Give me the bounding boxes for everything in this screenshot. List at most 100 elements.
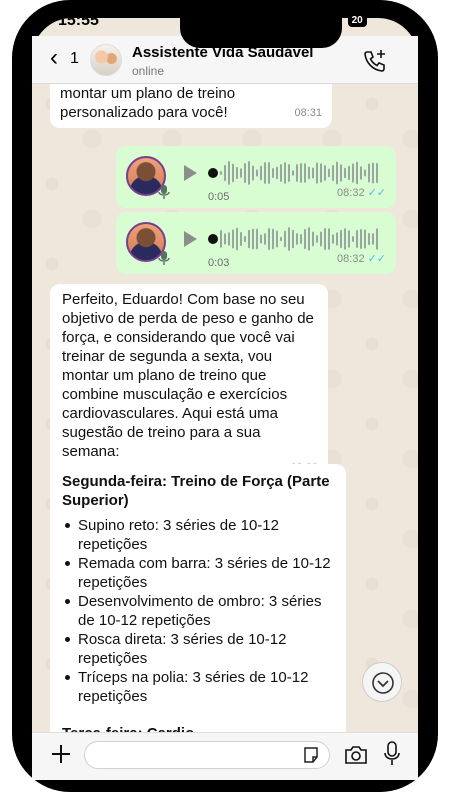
dynamic-island <box>180 18 342 48</box>
waveform-bar <box>304 163 306 183</box>
waveform-bar <box>328 168 330 178</box>
waveform-bar <box>248 229 250 249</box>
waveform-bar <box>292 170 294 176</box>
message-time: 08:32 ✓✓ <box>337 187 386 199</box>
chat-area[interactable]: treinar. Com essas informações, posso mo… <box>32 84 418 732</box>
waveform-bar <box>316 235 318 243</box>
waveform-bar <box>344 167 346 179</box>
read-receipt-icon: ✓✓ <box>367 187 386 199</box>
waveform-bar <box>232 163 234 183</box>
message-text: treinar. Com essas informações, posso mo… <box>60 85 236 121</box>
waveform-bar <box>224 233 226 245</box>
waveform-bar <box>356 161 358 185</box>
waveform-bar <box>376 162 378 184</box>
contact-avatar[interactable] <box>90 44 122 76</box>
waveform-bar <box>244 163 246 183</box>
waveform-bar <box>300 163 302 183</box>
camera-icon[interactable] <box>344 744 368 766</box>
voice-duration: 0:05 <box>208 191 230 203</box>
plus-icon[interactable] <box>50 743 72 765</box>
list-item: Remada com barra: 3 séries de 10-12 repe… <box>62 554 334 592</box>
message-input[interactable] <box>84 741 330 769</box>
waveform-bar <box>308 166 310 180</box>
waveform-bar <box>332 165 334 181</box>
microphone-icon <box>158 185 170 199</box>
workout-day-title: Segunda-feira: Treino de Força (Parte Su… <box>62 473 330 509</box>
waveform-bar <box>316 162 318 184</box>
message-bubble-incoming[interactable]: treinar. Com essas informações, posso mo… <box>50 84 332 128</box>
waveform-bar <box>252 165 254 181</box>
waveform-bar <box>252 228 254 250</box>
waveform-bar <box>236 166 238 180</box>
list-item: Rosca direta: 3 séries de 10-12 repetiçõ… <box>62 630 334 668</box>
waveform-bar <box>328 228 330 250</box>
phone-plus-icon[interactable] <box>362 48 388 74</box>
voice-message-1[interactable]: 0:05 08:32 ✓✓ <box>116 146 396 208</box>
waveform-bar <box>360 229 362 249</box>
contact-status: online <box>132 64 165 78</box>
message-bubble-incoming[interactable]: Perfeito, Eduardo! Com base no seu objet… <box>50 284 328 483</box>
chevron-left-icon[interactable]: ‹ <box>50 46 58 70</box>
message-text: Perfeito, Eduardo! Com base no seu objet… <box>62 291 314 460</box>
waveform-bar <box>372 233 374 245</box>
waveform-bar <box>228 161 230 185</box>
waveform-bar <box>288 164 290 182</box>
list-item: Supino reto: 3 séries de 10-12 repetiçõe… <box>62 516 334 554</box>
waveform-bar <box>272 167 274 179</box>
play-icon[interactable] <box>182 230 198 248</box>
waveform-bar <box>348 230 350 248</box>
waveform-bar <box>268 227 270 251</box>
waveform-bar <box>232 229 234 249</box>
waveform-bar <box>352 163 354 183</box>
play-icon[interactable] <box>182 164 198 182</box>
message-time: 08:32 ✓✓ <box>337 253 386 265</box>
read-receipt-icon: ✓✓ <box>367 253 386 265</box>
microphone-icon <box>158 251 170 265</box>
voice-message-2[interactable]: 0:03 08:32 ✓✓ <box>116 212 396 274</box>
microphone-icon[interactable] <box>384 741 400 767</box>
workout-plan-message[interactable]: Segunda-feira: Treino de Força (Parte Su… <box>50 464 346 732</box>
waveform-bar <box>220 230 222 248</box>
composer-bar <box>32 732 418 780</box>
waveform[interactable] <box>220 160 380 186</box>
waveform-bar <box>332 234 334 244</box>
waveform-bar <box>368 232 370 246</box>
chevron-down-icon <box>372 672 394 694</box>
waveform-bar <box>276 166 278 180</box>
waveform-bar <box>296 164 298 182</box>
scroll-down-button[interactable] <box>362 662 402 702</box>
waveform-bar <box>240 168 242 178</box>
waveform-bar <box>280 236 282 242</box>
waveform-bar <box>364 229 366 249</box>
waveform[interactable] <box>220 226 380 252</box>
waveform-bar <box>340 229 342 249</box>
waveform-bar <box>272 228 274 250</box>
waveform-bar <box>376 228 378 250</box>
waveform-bar <box>264 162 266 184</box>
unread-count[interactable]: 1 <box>70 50 79 68</box>
waveform-bar <box>240 231 242 247</box>
exercise-list: Supino reto: 3 séries de 10-12 repetiçõe… <box>62 516 334 706</box>
message-time: 08:31 <box>294 107 322 119</box>
waveform-bar <box>336 232 338 246</box>
sticker-icon[interactable] <box>302 746 320 764</box>
waveform-bar <box>228 232 230 246</box>
waveform-bar <box>284 230 286 248</box>
waveform-bar <box>344 228 346 250</box>
waveform-bar <box>320 163 322 183</box>
waveform-bar <box>312 231 314 247</box>
waveform-bar <box>364 169 366 177</box>
playback-handle[interactable] <box>208 234 218 244</box>
waveform-bar <box>248 161 250 185</box>
waveform-bar <box>324 165 326 181</box>
waveform-bar <box>256 169 258 177</box>
waveform-bar <box>276 230 278 248</box>
waveform-bar <box>312 167 314 179</box>
waveform-bar <box>340 164 342 182</box>
waveform-bar <box>220 171 222 175</box>
waveform-bar <box>264 233 266 245</box>
playback-handle[interactable] <box>208 168 218 178</box>
waveform-bar <box>284 162 286 184</box>
waveform-bar <box>280 163 282 183</box>
waveform-bar <box>224 164 226 182</box>
